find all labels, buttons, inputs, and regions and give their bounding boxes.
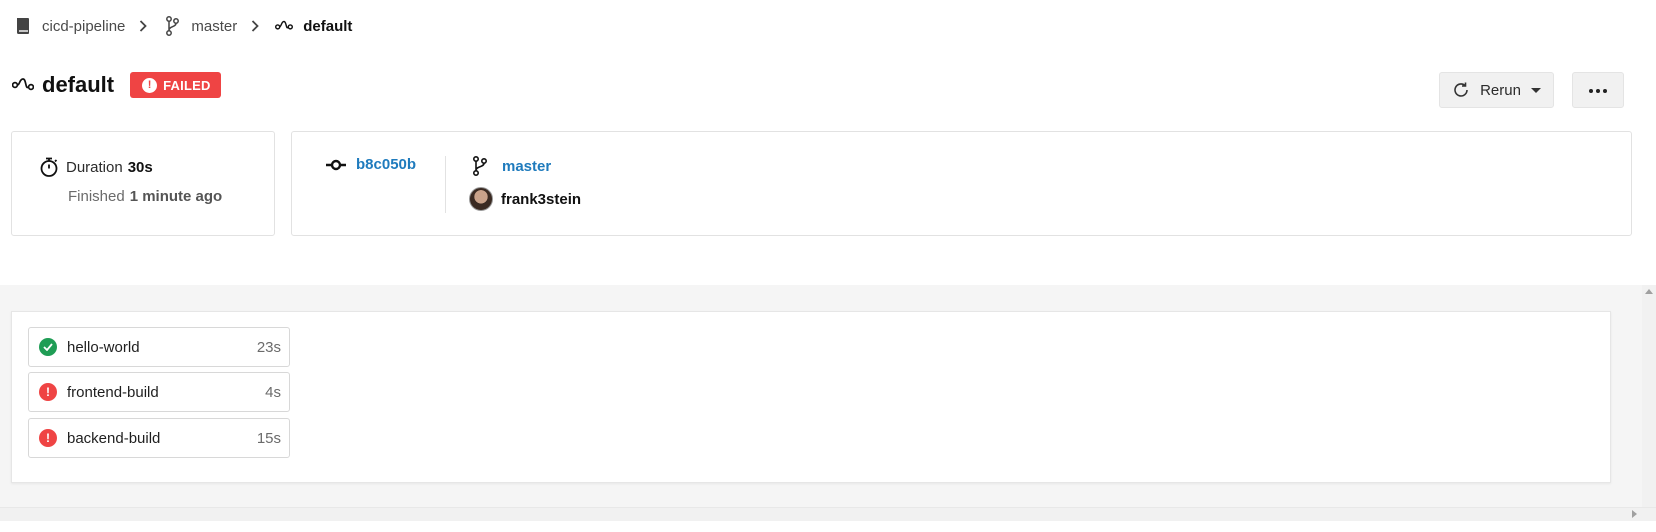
author-row: frank3stein bbox=[469, 187, 581, 211]
pipeline-icon bbox=[12, 74, 34, 96]
scroll-right-arrow-icon[interactable] bbox=[1632, 510, 1637, 518]
job-duration: 15s bbox=[256, 429, 281, 447]
divider bbox=[445, 156, 446, 213]
breadcrumb-repo[interactable]: cicd-pipeline bbox=[14, 17, 125, 35]
job-duration: 4s bbox=[265, 383, 281, 401]
book-icon bbox=[14, 17, 32, 35]
breadcrumb-branch-label: master bbox=[191, 17, 238, 35]
pipeline-icon bbox=[275, 17, 294, 35]
horizontal-scrollbar[interactable] bbox=[0, 507, 1656, 521]
more-horizontal-icon bbox=[1588, 81, 1608, 99]
breadcrumb-branch[interactable]: master bbox=[163, 16, 238, 36]
check-circle-icon bbox=[39, 338, 57, 356]
job-name: backend-build bbox=[67, 429, 161, 447]
stopwatch-icon bbox=[38, 156, 60, 178]
title-group: default ! FAILED bbox=[12, 72, 221, 98]
breadcrumb-pipeline: default bbox=[275, 17, 352, 35]
author-name: frank3stein bbox=[501, 190, 582, 208]
chevron-right-icon bbox=[249, 20, 261, 32]
duration-label: Duration bbox=[66, 158, 123, 176]
finished-label: Finished bbox=[68, 188, 125, 205]
pipeline-header: default ! FAILED Rerun bbox=[12, 68, 1644, 108]
branch-icon bbox=[472, 156, 488, 176]
commit-icon bbox=[326, 157, 346, 173]
more-options-button[interactable] bbox=[1572, 72, 1624, 108]
scroll-up-arrow-icon[interactable] bbox=[1645, 289, 1653, 294]
job-hello-world[interactable]: hello-world 23s bbox=[28, 327, 290, 367]
rerun-label: Rerun bbox=[1480, 81, 1521, 99]
alert-icon: ! bbox=[39, 383, 57, 401]
breadcrumb: cicd-pipeline master default bbox=[14, 14, 352, 38]
duration-value: 30s bbox=[127, 158, 153, 176]
page-title: default bbox=[42, 72, 115, 97]
commit-card: b8c050b master frank3stein bbox=[291, 131, 1632, 236]
commit-row: b8c050b bbox=[326, 156, 416, 173]
job-frontend-build[interactable]: ! frontend-build 4s bbox=[28, 372, 290, 412]
status-badge-label: FAILED bbox=[163, 77, 211, 93]
breadcrumb-pipeline-label: default bbox=[303, 17, 353, 35]
caret-down-icon bbox=[1530, 87, 1541, 93]
pipeline-graph-area[interactable]: hello-world 23s ! frontend-build 4s ! ba… bbox=[0, 285, 1642, 507]
job-duration: 23s bbox=[256, 338, 281, 356]
avatar bbox=[469, 187, 493, 211]
commit-sha-link[interactable]: b8c050b bbox=[356, 156, 416, 173]
alert-icon: ! bbox=[39, 429, 57, 447]
duration-row: Duration 30s bbox=[38, 156, 153, 178]
finished-row: Finished 1 minute ago bbox=[68, 188, 222, 205]
branch-link[interactable]: master bbox=[502, 158, 551, 175]
job-name: frontend-build bbox=[67, 383, 159, 401]
status-badge: ! FAILED bbox=[130, 72, 221, 98]
branch-icon bbox=[163, 16, 181, 36]
duration-card: Duration 30s Finished 1 minute ago bbox=[11, 131, 275, 236]
branch-row: master bbox=[472, 156, 551, 176]
refresh-icon bbox=[1452, 81, 1470, 99]
job-name: hello-world bbox=[67, 338, 140, 356]
chevron-right-icon bbox=[137, 20, 149, 32]
finished-value: 1 minute ago bbox=[129, 188, 223, 205]
stages-panel: hello-world 23s ! frontend-build 4s ! ba… bbox=[11, 311, 1611, 483]
alert-icon: ! bbox=[142, 77, 158, 93]
breadcrumb-repo-label: cicd-pipeline bbox=[42, 17, 126, 35]
vertical-scrollbar[interactable] bbox=[1642, 285, 1656, 507]
job-backend-build[interactable]: ! backend-build 15s bbox=[28, 418, 290, 458]
rerun-button[interactable]: Rerun bbox=[1439, 72, 1554, 108]
